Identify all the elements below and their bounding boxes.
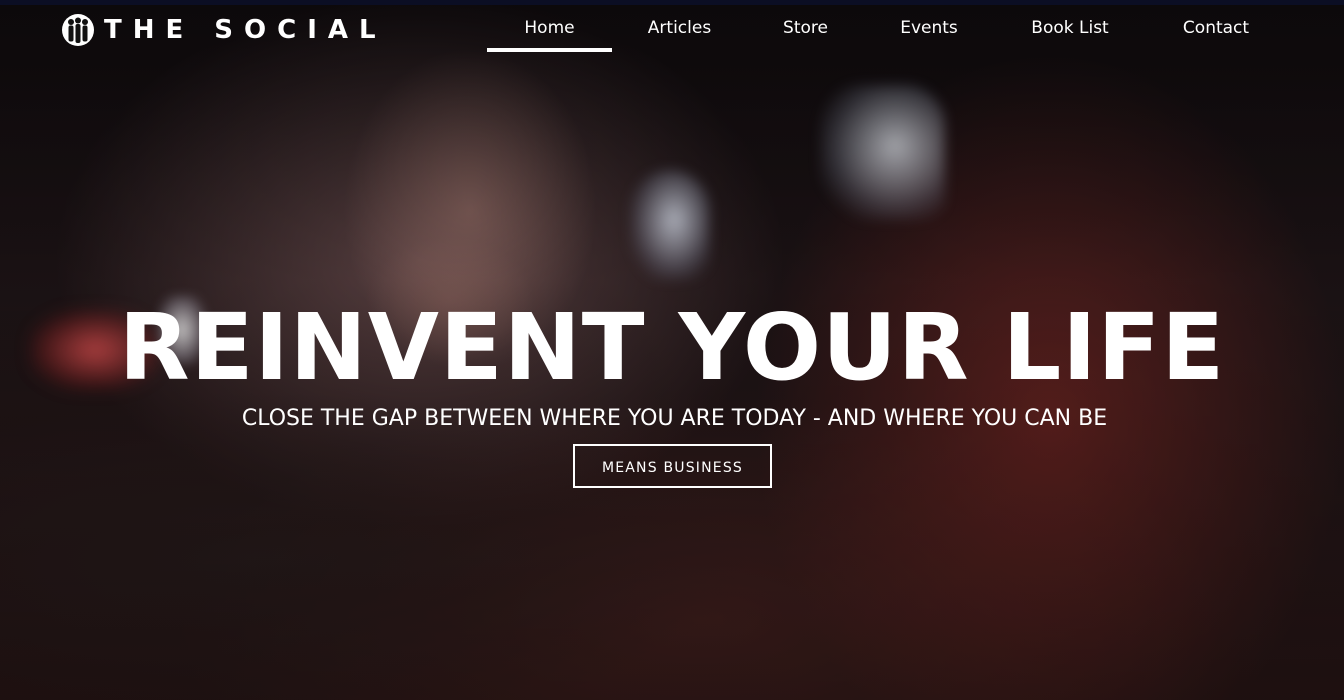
nav-item-label: Articles: [647, 18, 712, 38]
nav-item-contact[interactable]: Contact: [1146, 8, 1286, 52]
hero-subheadline: CLOSE THE GAP BETWEEN WHERE YOU ARE TODA…: [241, 406, 1108, 431]
top-rule: [0, 0, 1344, 5]
nav-item-book-list[interactable]: Book List: [994, 8, 1146, 52]
hero-section: THE SOCIAL Home Articles Store Events Bo…: [0, 0, 1344, 700]
nav-item-articles[interactable]: Articles: [612, 8, 747, 52]
nav-item-label: Store: [783, 18, 828, 38]
site-logo[interactable]: THE SOCIAL: [62, 12, 387, 48]
nav-item-events[interactable]: Events: [864, 8, 994, 52]
nav-item-label: Events: [900, 18, 958, 38]
main-nav: Home Articles Store Events Book List Con…: [487, 8, 1286, 52]
nav-item-label: Contact: [1182, 18, 1250, 38]
nav-item-home[interactable]: Home: [487, 8, 612, 52]
brand-name: THE SOCIAL: [104, 15, 387, 45]
people-group-icon: [62, 14, 94, 46]
nav-item-label: Book List: [1031, 18, 1109, 38]
hero-headline: REINVENT YOUR LIFE: [118, 294, 1226, 401]
active-nav-indicator: [487, 48, 612, 52]
nav-item-store[interactable]: Store: [747, 8, 864, 52]
nav-item-label: Home: [524, 18, 575, 38]
means-business-button[interactable]: MEANS BUSINESS: [573, 444, 772, 488]
